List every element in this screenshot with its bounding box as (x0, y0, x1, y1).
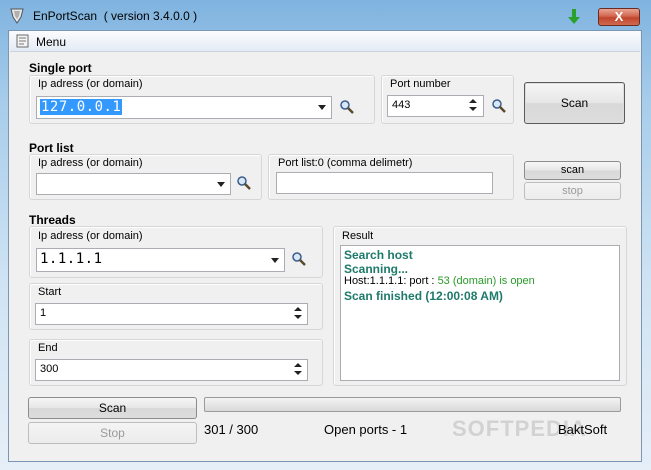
progress-bar (204, 397, 621, 412)
portlist-ip-combobox[interactable] (36, 173, 231, 195)
threads-scan-button[interactable]: Scan (28, 397, 197, 419)
menu-item[interactable]: Menu (36, 35, 66, 49)
result-line: Scanning... (344, 261, 409, 276)
result-label: Result (342, 230, 374, 242)
portlist-stop-button[interactable]: stop (524, 182, 621, 200)
menu-app-icon[interactable] (16, 34, 29, 48)
result-log[interactable]: Search host Scanning... Host:1.1.1.1: po… (340, 245, 620, 381)
start-label: Start (38, 286, 62, 298)
single-ip-value: 127.0.0.1 (40, 99, 123, 115)
port-list-label: Port list:0 (comma delimetr) (278, 157, 413, 169)
end-label: End (38, 342, 58, 354)
search-icon[interactable] (291, 251, 307, 267)
result-line: Scan finished (12:00:08 AM) (344, 288, 503, 303)
progress-count: 301 / 300 (204, 422, 259, 437)
chevron-down-icon[interactable] (217, 182, 225, 187)
stepper-up-icon[interactable] (469, 99, 477, 103)
portlist-ip-label: Ip adress (or domain) (38, 157, 143, 169)
single-ip-combobox[interactable]: 127.0.0.1 (36, 96, 332, 119)
search-icon[interactable] (491, 98, 507, 114)
single-scan-button[interactable]: Scan (524, 82, 625, 124)
stepper-up-icon[interactable] (294, 363, 302, 367)
stepper-up-icon[interactable] (294, 307, 302, 311)
portlist-scan-button[interactable]: scan (524, 161, 621, 180)
port-list-input[interactable] (276, 172, 493, 194)
search-icon[interactable] (236, 175, 252, 191)
threads-stop-button[interactable]: Stop (28, 422, 197, 444)
end-stepper[interactable]: 300 (35, 359, 308, 381)
search-icon[interactable] (339, 99, 355, 115)
threads-ip-label: Ip adress (or domain) (38, 230, 143, 242)
app-icon (10, 8, 24, 24)
brand-label: BaktSoft (558, 422, 608, 437)
threads-group-label: Threads (29, 213, 76, 227)
stepper-down-icon[interactable] (294, 315, 302, 319)
download-arrow-icon[interactable] (567, 8, 581, 25)
single-ip-label: Ip adress (or domain) (38, 78, 143, 90)
window-title: EnPortScan ( version 3.4.0.0 ) (33, 9, 198, 23)
result-open-port-text: 53 (domain) is open (437, 275, 535, 287)
start-stepper[interactable]: 1 (35, 303, 308, 325)
chevron-down-icon[interactable] (318, 105, 326, 110)
stepper-down-icon[interactable] (294, 371, 302, 375)
result-line: Search host (344, 248, 413, 262)
result-line: Host:1.1.1.1: port : 53 (domain) is open (344, 275, 616, 289)
threads-ip-combobox[interactable]: 1.1.1.1 (36, 248, 285, 272)
single-port-group-label: Single port (29, 61, 92, 75)
open-ports-count: Open ports - 1 (324, 422, 408, 437)
stepper-down-icon[interactable] (469, 107, 477, 111)
chevron-down-icon[interactable] (271, 258, 279, 263)
menu-bar (10, 31, 640, 52)
close-button[interactable]: X (598, 8, 640, 26)
port-list-group-label: Port list (29, 141, 74, 155)
port-number-label: Port number (390, 78, 451, 90)
result-host-text: Host:1.1.1.1: port : (344, 275, 438, 287)
